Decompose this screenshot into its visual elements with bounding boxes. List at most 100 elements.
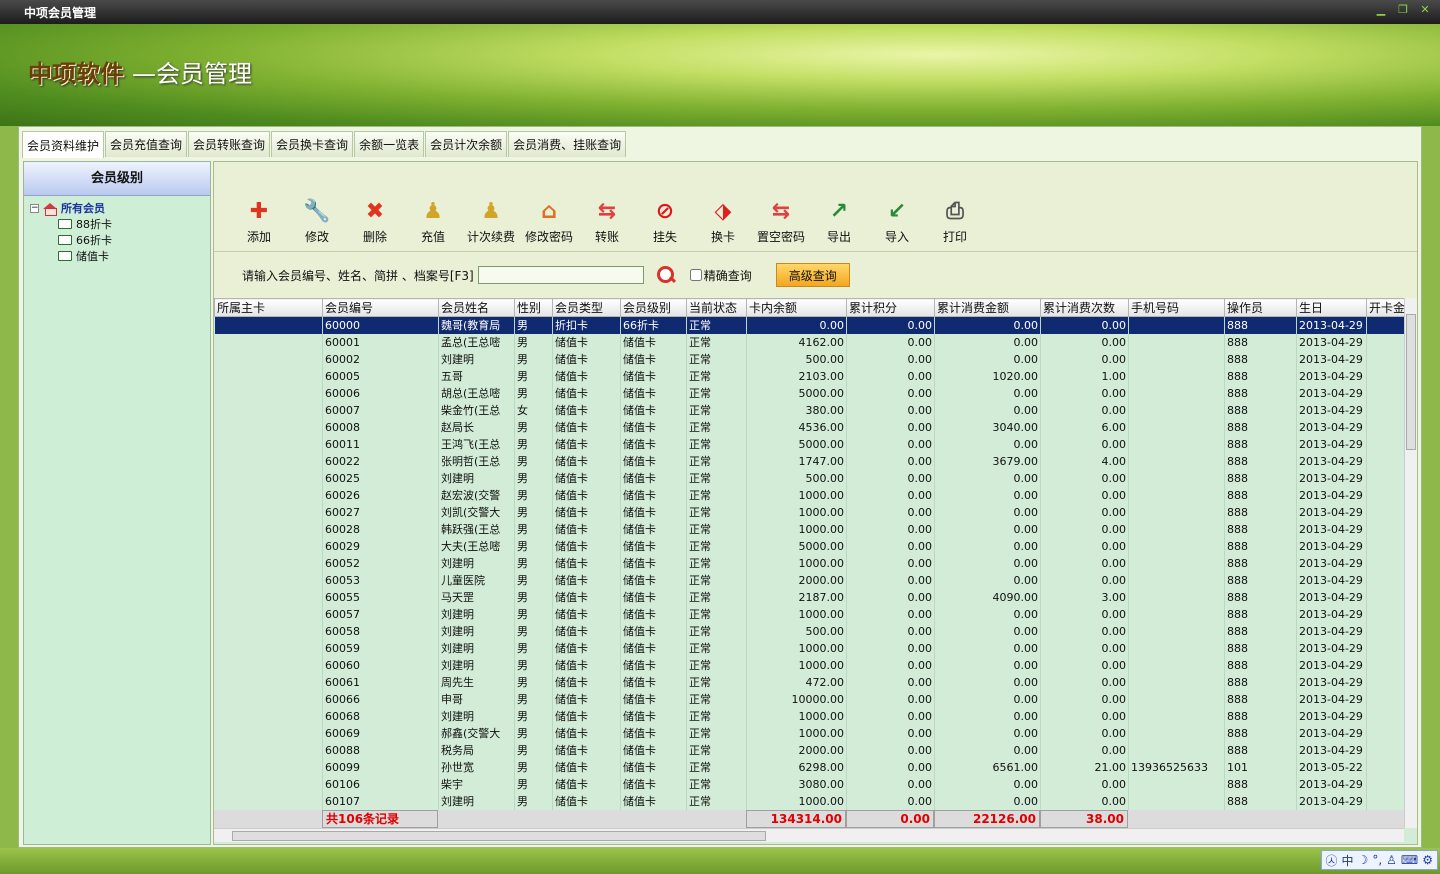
toolbar-button-4[interactable]: ♟ 计次续费 — [462, 197, 520, 245]
table-row[interactable]: 60107 刘建明男储值卡 储值卡 正常 1000.00 0.00 0.00 0.00 888 2… — [214, 792, 1405, 810]
table-row[interactable]: 60052 刘建明男储值卡 储值卡 正常 1000.00 0.00 0.00 0.00 888 2… — [214, 554, 1405, 572]
tree-item[interactable]: 66折卡 — [30, 232, 210, 248]
ime-mode-icon[interactable]: ㉦ — [1326, 852, 1338, 869]
table-row[interactable]: 60088 税务局男储值卡 储值卡 正常 2000.00 0.00 0.00 0.00 888 2… — [214, 741, 1405, 759]
tab-0[interactable]: 会员资料维护 — [22, 131, 105, 158]
table-row[interactable]: 60053 儿童医院男储值卡 储值卡 正常 2000.00 0.00 0.00 0.00 888… — [214, 571, 1405, 589]
tree-item[interactable]: 储值卡 — [30, 248, 210, 264]
column-header[interactable]: 累计积分 — [846, 298, 935, 317]
toolbar-button-1[interactable]: 🔧 修改 — [288, 197, 346, 245]
tab-4[interactable]: 余额一览表 — [354, 131, 425, 157]
column-header[interactable]: 当前状态 — [686, 298, 747, 317]
table-row[interactable]: 60007 柴金竹(王总女储值卡 储值卡 正常 380.00 0.00 0.00 0.00 88… — [214, 401, 1405, 419]
exact-search-check[interactable] — [689, 269, 702, 281]
table-row[interactable]: 60106 柴宇男储值卡 储值卡 正常 3080.00 0.00 0.00 0.00 888 20… — [214, 775, 1405, 793]
toolbar-button-12[interactable]: ⎙ 打印 — [926, 197, 984, 245]
column-header[interactable]: 生日 — [1296, 298, 1367, 317]
table-cell: 60059 — [322, 639, 439, 657]
column-header[interactable]: 操作员 — [1224, 298, 1297, 317]
column-header[interactable]: 会员类型 — [552, 298, 621, 317]
table-cell: 储值卡 — [552, 690, 621, 708]
tree-root[interactable]: − 所有会员 — [30, 200, 210, 216]
column-header[interactable]: 手机号码 — [1128, 298, 1225, 317]
exact-search-checkbox[interactable]: 精确查询 — [689, 267, 752, 284]
vertical-scrollbar[interactable] — [1404, 298, 1417, 828]
toolbar-button-9[interactable]: ⇆ 置空密码 — [752, 197, 810, 245]
column-header[interactable]: 会员级别 — [620, 298, 687, 317]
minimize-icon[interactable]: ▁ — [1374, 3, 1388, 17]
table-row[interactable]: 60055 马天罡男储值卡 储值卡 正常 2187.00 0.00 4090.00 3.00 8… — [214, 588, 1405, 606]
toolbar-button-2[interactable]: ✖ 删除 — [346, 197, 404, 245]
toolbar-button-7[interactable]: ⊘ 挂失 — [636, 197, 694, 245]
close-icon[interactable]: ✕ — [1418, 3, 1432, 17]
table-row[interactable]: 60057 刘建明男储值卡 储值卡 正常 1000.00 0.00 0.00 0.00 888 2… — [214, 605, 1405, 623]
table-row[interactable]: 60060 刘建明男储值卡 储值卡 正常 1000.00 0.00 0.00 0.00 888 2… — [214, 656, 1405, 674]
table-row[interactable]: 60069 郝鑫(交警大男储值卡 储值卡 正常 1000.00 0.00 0.00 0.00 8… — [214, 724, 1405, 742]
moon-icon[interactable]: ☽ — [1358, 853, 1369, 867]
table-row[interactable]: 60000 魏哥(教育局男折扣卡 66折卡 正常 0.00 0.00 0.00 0.00 888… — [214, 316, 1405, 334]
punct-icon[interactable]: °, — [1372, 853, 1382, 867]
table-cell: 0.00 — [746, 316, 847, 334]
table-cell: 刘建明 — [438, 656, 515, 674]
table-row[interactable]: 60026 赵宏波(交警男储值卡 储值卡 正常 1000.00 0.00 0.00 0.00 8… — [214, 486, 1405, 504]
table-row[interactable]: 60006 胡总(王总嘧男储值卡 储值卡 正常 5000.00 0.00 0.00 0.00 8… — [214, 384, 1405, 402]
toolbar-button-0[interactable]: ✚ 添加 — [230, 197, 288, 245]
toolbar-button-3[interactable]: ♟ 充值 — [404, 197, 462, 245]
table-cell — [214, 758, 323, 776]
tab-2[interactable]: 会员转账查询 — [188, 131, 271, 157]
column-header[interactable]: 会员编号 — [322, 298, 439, 317]
table-row[interactable]: 60011 王鸿飞(王总男储值卡 储值卡 正常 5000.00 0.00 0.00 0.00 8… — [214, 435, 1405, 453]
table-row[interactable]: 60027 刘凯(交警大男储值卡 储值卡 正常 1000.00 0.00 0.00 0.00 8… — [214, 503, 1405, 521]
table-row[interactable]: 60001 孟总(王总嘧男储值卡 储值卡 正常 4162.00 0.00 0.00 0.00 8… — [214, 333, 1405, 351]
tree-item[interactable]: 88折卡 — [30, 216, 210, 232]
toolbar-button-10[interactable]: ↗ 导出 — [810, 197, 868, 245]
horizontal-scroll-thumb[interactable] — [232, 831, 766, 841]
column-header[interactable]: 累计消费金额 — [934, 298, 1041, 317]
table-row[interactable]: 60099 孙世宽男储值卡 储值卡 正常 6298.00 0.00 6561.00 21.00… — [214, 758, 1405, 776]
search-input[interactable] — [477, 266, 644, 284]
user-icon[interactable]: ♙ — [1386, 853, 1397, 867]
table-cell: 2013-04-29 — [1296, 350, 1367, 368]
table-row[interactable]: 60028 韩跃强(王总男储值卡 储值卡 正常 1000.00 0.00 0.00 0.00 8… — [214, 520, 1405, 538]
table-row[interactable]: 60068 刘建明男储值卡 储值卡 正常 1000.00 0.00 0.00 0.00 888 2… — [214, 707, 1405, 725]
table-row[interactable]: 60061 周先生男储值卡 储值卡 正常 472.00 0.00 0.00 0.00 888 20… — [214, 673, 1405, 691]
settings-icon[interactable]: ⚙ — [1422, 853, 1433, 867]
column-header[interactable]: 所属主卡 — [214, 298, 323, 317]
tab-1[interactable]: 会员充值查询 — [105, 131, 188, 157]
table-row[interactable]: 60008 赵局长男储值卡 储值卡 正常 4536.00 0.00 3040.00 6.00 8… — [214, 418, 1405, 436]
ime-toolbar[interactable]: ㉦ 中 ☽ °, ♙ ⌨ ⚙ — [1320, 850, 1438, 870]
column-header[interactable]: 性别 — [514, 298, 553, 317]
table-row[interactable]: 60002 刘建明男储值卡 储值卡 正常 500.00 0.00 0.00 0.00 888 20… — [214, 350, 1405, 368]
tab-5[interactable]: 会员计次余额 — [425, 131, 508, 157]
keyboard-icon[interactable]: ⌨ — [1401, 853, 1418, 867]
toolbar-button-11[interactable]: ↙ 导入 — [868, 197, 926, 245]
table-cell: 税务局 — [438, 741, 515, 759]
search-icon[interactable] — [656, 265, 676, 285]
column-header[interactable]: 开卡金 — [1366, 298, 1405, 317]
table-row[interactable]: 60022 张明哲(王总男储值卡 储值卡 正常 1747.00 0.00 3679.00 4.… — [214, 452, 1405, 470]
column-header[interactable]: 会员姓名 — [438, 298, 515, 317]
table-row[interactable]: 60066 申哥男储值卡 储值卡 正常 10000.00 0.00 0.00 0.00 888 2… — [214, 690, 1405, 708]
table-cell — [1128, 605, 1225, 623]
advanced-search-button[interactable]: 高级查询 — [775, 263, 850, 287]
table-row[interactable]: 60025 刘建明男储值卡 储值卡 正常 500.00 0.00 0.00 0.00 888 20… — [214, 469, 1405, 487]
column-header[interactable]: 累计消费次数 — [1040, 298, 1129, 317]
vertical-scroll-thumb[interactable] — [1406, 314, 1416, 450]
toolbar-button-6[interactable]: ⇆ 转账 — [578, 197, 636, 245]
table-cell: 0.00 — [1040, 741, 1129, 759]
table-cell — [1128, 707, 1225, 725]
ime-language[interactable]: 中 — [1342, 852, 1354, 869]
restore-icon[interactable]: ❐ — [1396, 3, 1410, 17]
table-row[interactable]: 60029 大夫(王总嘧男储值卡 储值卡 正常 5000.00 0.00 0.00 0.00 8… — [214, 537, 1405, 555]
column-header[interactable]: 卡内余额 — [746, 298, 847, 317]
horizontal-scrollbar[interactable] — [214, 828, 1404, 842]
table-row[interactable]: 60005 五哥男储值卡 储值卡 正常 2103.00 0.00 1020.00 1.00 88… — [214, 367, 1405, 385]
tab-3[interactable]: 会员换卡查询 — [271, 131, 354, 157]
toolbar-button-5[interactable]: ⌂ 修改密码 — [520, 197, 578, 245]
collapse-icon[interactable]: − — [30, 203, 39, 213]
table-cell: 2013-04-29 — [1296, 486, 1367, 504]
table-row[interactable]: 60059 刘建明男储值卡 储值卡 正常 1000.00 0.00 0.00 0.00 888 2… — [214, 639, 1405, 657]
toolbar-button-8[interactable]: ⬗ 换卡 — [694, 197, 752, 245]
table-row[interactable]: 60058 刘建明男储值卡 储值卡 正常 500.00 0.00 0.00 0.00 888 20… — [214, 622, 1405, 640]
tab-6[interactable]: 会员消费、挂账查询 — [508, 131, 627, 157]
